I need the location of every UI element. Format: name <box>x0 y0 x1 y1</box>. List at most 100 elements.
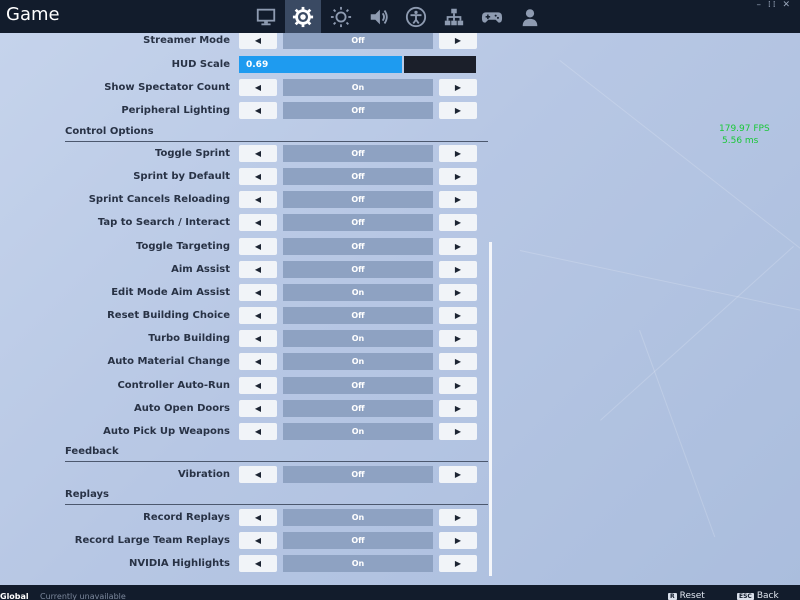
next-option-button[interactable]: ▶ <box>439 284 477 301</box>
tab-brightness[interactable] <box>323 0 359 33</box>
hud-scale-track[interactable] <box>404 56 476 73</box>
next-option-button[interactable]: ▶ <box>439 532 477 549</box>
next-option-button[interactable]: ▶ <box>439 307 477 324</box>
next-option-button[interactable]: ▶ <box>439 555 477 572</box>
arrow-right-icon: ▶ <box>454 265 462 274</box>
setting-label: Auto Open Doors <box>134 403 230 414</box>
arrow-right-icon: ▶ <box>454 242 462 251</box>
section-divider <box>65 504 488 505</box>
previous-option-button[interactable]: ◀ <box>239 168 277 185</box>
status-text: Currently unavailable <box>40 592 126 600</box>
previous-option-button[interactable]: ◀ <box>239 509 277 526</box>
next-option-button[interactable]: ▶ <box>439 214 477 231</box>
setting-label: NVIDIA Highlights <box>128 558 230 569</box>
setting-row-sprint-by-default: Sprint by Default ◀ Off ▶ <box>0 167 490 189</box>
previous-option-button[interactable]: ◀ <box>239 238 277 255</box>
previous-option-button[interactable]: ◀ <box>239 33 277 49</box>
previous-option-button[interactable]: ◀ <box>239 532 277 549</box>
reset-label: Reset <box>679 591 705 600</box>
next-option-button[interactable]: ▶ <box>439 33 477 49</box>
setting-row-toggle-targeting: Toggle Targeting ◀ Off ▶ <box>0 237 490 259</box>
next-option-button[interactable]: ▶ <box>439 377 477 394</box>
setting-row-nvidia-highlights: NVIDIA Highlights ◀ On ▶ <box>0 554 490 576</box>
arrow-left-icon: ◀ <box>254 83 262 92</box>
arrow-left-icon: ◀ <box>254 195 262 204</box>
next-option-button[interactable]: ▶ <box>439 168 477 185</box>
previous-option-button[interactable]: ◀ <box>239 377 277 394</box>
setting-label: Edit Mode Aim Assist <box>111 287 230 298</box>
next-option-button[interactable]: ▶ <box>439 261 477 278</box>
next-option-button[interactable]: ▶ <box>439 191 477 208</box>
display-icon <box>256 8 276 25</box>
tab-accessibility[interactable] <box>398 0 434 33</box>
setting-row-toggle-sprint: Toggle Sprint ◀ Off ▶ <box>0 144 490 166</box>
setting-label: Turbo Building <box>148 333 230 344</box>
setting-row-sprint-cancels-reloading: Sprint Cancels Reloading ◀ Off ▶ <box>0 190 490 212</box>
previous-option-button[interactable]: ◀ <box>239 102 277 119</box>
arrow-right-icon: ▶ <box>454 218 462 227</box>
next-option-button[interactable]: ▶ <box>439 400 477 417</box>
next-option-button[interactable]: ▶ <box>439 509 477 526</box>
previous-option-button[interactable]: ◀ <box>239 284 277 301</box>
arrow-left-icon: ◀ <box>254 149 262 158</box>
setting-label: HUD Scale <box>171 59 230 70</box>
account-icon <box>522 8 538 26</box>
back-button[interactable]: ESC Back <box>737 591 779 600</box>
previous-option-button[interactable]: ◀ <box>239 353 277 370</box>
next-option-button[interactable]: ▶ <box>439 466 477 483</box>
hud-scale-slider[interactable]: 0.69 <box>239 56 402 73</box>
arrow-right-icon: ▶ <box>454 427 462 436</box>
arrow-left-icon: ◀ <box>254 404 262 413</box>
accessibility-icon <box>405 6 427 27</box>
previous-option-button[interactable]: ◀ <box>239 330 277 347</box>
tab-audio[interactable] <box>361 0 397 33</box>
tab-game-settings[interactable] <box>285 0 321 33</box>
next-option-button[interactable]: ▶ <box>439 423 477 440</box>
window-controls[interactable]: – ⁞⁞ ✕ <box>757 0 792 10</box>
brightness-icon <box>330 6 352 27</box>
next-option-button[interactable]: ▶ <box>439 330 477 347</box>
next-option-button[interactable]: ▶ <box>439 238 477 255</box>
previous-option-button[interactable]: ◀ <box>239 214 277 231</box>
previous-option-button[interactable]: ◀ <box>239 555 277 572</box>
previous-option-button[interactable]: ◀ <box>239 307 277 324</box>
previous-option-button[interactable]: ◀ <box>239 145 277 162</box>
previous-option-button[interactable]: ◀ <box>239 79 277 96</box>
setting-value: On <box>283 423 433 440</box>
reset-button[interactable]: R Reset <box>668 591 705 600</box>
arrow-left-icon: ◀ <box>254 36 262 45</box>
setting-value: Off <box>283 168 433 185</box>
next-option-button[interactable]: ▶ <box>439 145 477 162</box>
next-option-button[interactable]: ▶ <box>439 353 477 370</box>
previous-option-button[interactable]: ◀ <box>239 466 277 483</box>
setting-row-auto-pick-up-weapons: Auto Pick Up Weapons ◀ On ▶ <box>0 422 490 444</box>
arrow-right-icon: ▶ <box>454 404 462 413</box>
previous-option-button[interactable]: ◀ <box>239 261 277 278</box>
section-divider <box>65 141 488 142</box>
setting-label: Controller Auto-Run <box>117 380 230 391</box>
setting-row-turbo-building: Turbo Building ◀ On ▶ <box>0 329 490 351</box>
tab-account[interactable] <box>512 0 548 33</box>
setting-row-aim-assist: Aim Assist ◀ Off ▶ <box>0 260 490 282</box>
setting-value: Off <box>283 102 433 119</box>
previous-option-button[interactable]: ◀ <box>239 423 277 440</box>
next-option-button[interactable]: ▶ <box>439 79 477 96</box>
arrow-left-icon: ◀ <box>254 106 262 115</box>
setting-row-vibration: Vibration ◀ Off ▶ <box>0 465 490 487</box>
setting-row-reset-building-choice: Reset Building Choice ◀ Off ▶ <box>0 306 490 328</box>
setting-value: Off <box>283 532 433 549</box>
previous-option-button[interactable]: ◀ <box>239 191 277 208</box>
window-title: Game <box>6 4 60 25</box>
setting-value: Off <box>283 145 433 162</box>
tab-network[interactable] <box>436 0 472 33</box>
setting-row-controller-auto-run: Controller Auto-Run ◀ Off ▶ <box>0 376 490 398</box>
scrollbar[interactable] <box>489 242 492 576</box>
setting-label: Toggle Sprint <box>155 148 230 159</box>
previous-option-button[interactable]: ◀ <box>239 400 277 417</box>
next-option-button[interactable]: ▶ <box>439 102 477 119</box>
setting-value: Off <box>283 238 433 255</box>
tab-controller[interactable] <box>474 0 510 33</box>
setting-value: On <box>283 79 433 96</box>
arrow-right-icon: ▶ <box>454 172 462 181</box>
tab-display[interactable] <box>248 0 284 33</box>
